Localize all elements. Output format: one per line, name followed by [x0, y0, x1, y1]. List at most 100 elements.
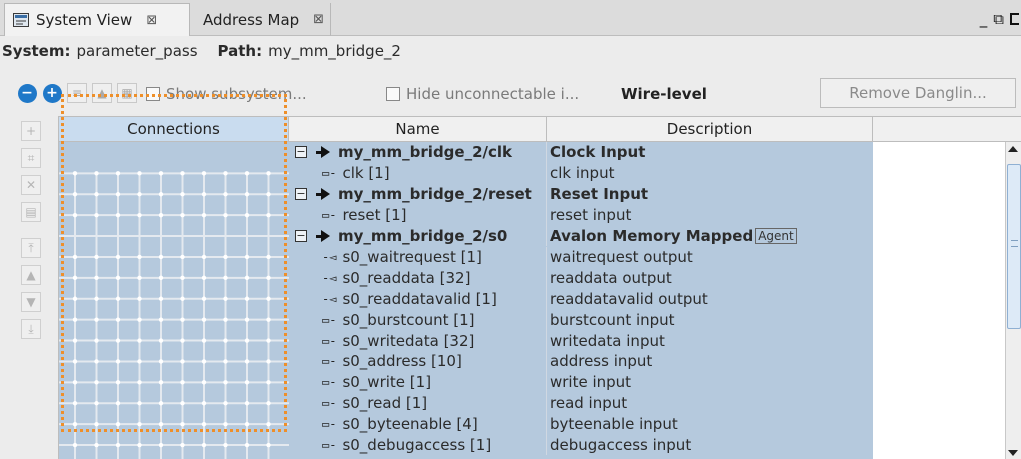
- connections-grid[interactable]: [59, 142, 289, 459]
- connection-point[interactable]: [223, 401, 228, 406]
- connection-point[interactable]: [137, 296, 142, 301]
- connection-point[interactable]: [115, 254, 121, 260]
- column-header-description[interactable]: Description: [547, 117, 873, 142]
- connection-point[interactable]: [158, 212, 164, 218]
- port-row[interactable]: ▭- s0_address [10] address input: [289, 351, 873, 372]
- connection-point[interactable]: [244, 338, 250, 343]
- connection-point[interactable]: [223, 380, 228, 385]
- connection-point[interactable]: [266, 171, 271, 176]
- connection-point[interactable]: [180, 359, 185, 364]
- remove-button[interactable]: ✕: [21, 175, 41, 195]
- connection-point[interactable]: [72, 442, 78, 448]
- connection-point[interactable]: [266, 192, 271, 197]
- connection-point[interactable]: [72, 380, 78, 385]
- vertical-scrollbar[interactable]: [1005, 142, 1021, 459]
- connection-point[interactable]: [244, 380, 250, 385]
- connection-point[interactable]: [94, 380, 99, 385]
- connection-point[interactable]: [266, 380, 271, 385]
- connection-point[interactable]: [244, 401, 250, 406]
- connection-point[interactable]: [266, 254, 271, 260]
- connection-point[interactable]: [158, 442, 164, 448]
- connection-point[interactable]: [137, 254, 142, 260]
- connection-point[interactable]: [266, 212, 271, 218]
- connection-point[interactable]: [201, 212, 207, 218]
- connection-point[interactable]: [201, 359, 207, 364]
- connection-point[interactable]: [223, 338, 228, 343]
- connection-point[interactable]: [115, 442, 121, 448]
- connection-point[interactable]: [115, 275, 121, 281]
- connection-point[interactable]: [137, 359, 142, 364]
- connection-point[interactable]: [180, 171, 185, 176]
- connection-point[interactable]: [201, 442, 207, 448]
- move-bottom-button[interactable]: ⤓: [21, 319, 41, 339]
- connection-point[interactable]: [201, 254, 207, 260]
- connection-point[interactable]: [137, 338, 142, 343]
- connection-point[interactable]: [94, 212, 99, 218]
- connection-point[interactable]: [158, 338, 164, 343]
- maximize-icon[interactable]: [1010, 13, 1019, 25]
- port-row[interactable]: ▭- s0_burstcount [1] burstcount input: [289, 309, 873, 331]
- connection-point[interactable]: [158, 317, 164, 322]
- connection-point[interactable]: [244, 212, 250, 218]
- connection-point[interactable]: [223, 359, 228, 364]
- connection-point[interactable]: [115, 421, 121, 427]
- move-down-button[interactable]: ▼: [21, 292, 41, 312]
- filter-button[interactable]: ▦: [117, 83, 137, 103]
- connection-point[interactable]: [137, 317, 142, 322]
- connection-point[interactable]: [158, 192, 164, 197]
- connection-point[interactable]: [201, 275, 207, 281]
- connection-point[interactable]: [94, 254, 99, 260]
- connection-point[interactable]: [115, 359, 121, 364]
- connection-point[interactable]: [201, 296, 207, 301]
- interface-row[interactable]: − my_mm_bridge_2/clk Clock Input: [289, 142, 873, 163]
- connection-point[interactable]: [94, 442, 99, 448]
- connection-point[interactable]: [158, 296, 164, 301]
- edit-button[interactable]: ▤: [21, 202, 41, 222]
- port-row[interactable]: ▭- s0_writedata [32] writedata input: [289, 330, 873, 351]
- connection-point[interactable]: [180, 401, 185, 406]
- connection-point[interactable]: [72, 317, 78, 322]
- connection-point[interactable]: [137, 421, 142, 427]
- connection-point[interactable]: [180, 192, 185, 197]
- connection-point[interactable]: [201, 192, 207, 197]
- interface-row[interactable]: − my_mm_bridge_2/reset Reset Input: [289, 183, 873, 205]
- connection-point[interactable]: [158, 401, 164, 406]
- connection-point[interactable]: [244, 317, 250, 322]
- zoom-out-button[interactable]: −: [17, 83, 37, 103]
- connection-point[interactable]: [223, 275, 228, 281]
- port-row[interactable]: -◅ s0_readdata [32] readdata output: [289, 267, 873, 289]
- restore-icon[interactable]: ⧉: [993, 10, 1004, 28]
- tab-system-view[interactable]: System View ⊠: [4, 3, 190, 36]
- interface-row[interactable]: − my_mm_bridge_2/s0 Avalon Memory Mapped Ag…: [289, 225, 873, 247]
- move-top-button[interactable]: ⤒: [21, 238, 41, 258]
- connection-point[interactable]: [266, 317, 271, 322]
- connection-point[interactable]: [94, 192, 99, 197]
- remove-dangling-button[interactable]: Remove Danglin...: [820, 78, 1016, 108]
- close-icon[interactable]: ⊠: [313, 12, 324, 27]
- connection-point[interactable]: [223, 171, 228, 176]
- connection-point[interactable]: [201, 421, 207, 427]
- connection-point[interactable]: [201, 171, 207, 176]
- connection-point[interactable]: [244, 296, 250, 301]
- collapse-icon[interactable]: −: [295, 146, 307, 159]
- connection-point[interactable]: [115, 192, 121, 197]
- connection-point[interactable]: [244, 254, 250, 260]
- port-row[interactable]: ▭- s0_read [1] read input: [289, 392, 873, 414]
- close-icon[interactable]: ⊠: [146, 13, 157, 28]
- connection-point[interactable]: [94, 359, 99, 364]
- connection-point[interactable]: [180, 317, 185, 322]
- connection-point[interactable]: [223, 212, 228, 218]
- connection-point[interactable]: [201, 338, 207, 343]
- connection-point[interactable]: [180, 442, 185, 448]
- port-row[interactable]: -◅ s0_readdatavalid [1] readdatavalid outp…: [289, 288, 873, 310]
- scrollbar-thumb[interactable]: [1007, 164, 1021, 329]
- connection-point[interactable]: [266, 421, 271, 427]
- connection-point[interactable]: [137, 212, 142, 218]
- connection-point[interactable]: [72, 359, 78, 364]
- connection-point[interactable]: [223, 421, 228, 427]
- connection-point[interactable]: [244, 275, 250, 281]
- connection-point[interactable]: [158, 254, 164, 260]
- connection-point[interactable]: [266, 296, 271, 301]
- minimize-icon[interactable]: _: [980, 10, 988, 28]
- scroll-up-arrow[interactable]: [1008, 146, 1018, 152]
